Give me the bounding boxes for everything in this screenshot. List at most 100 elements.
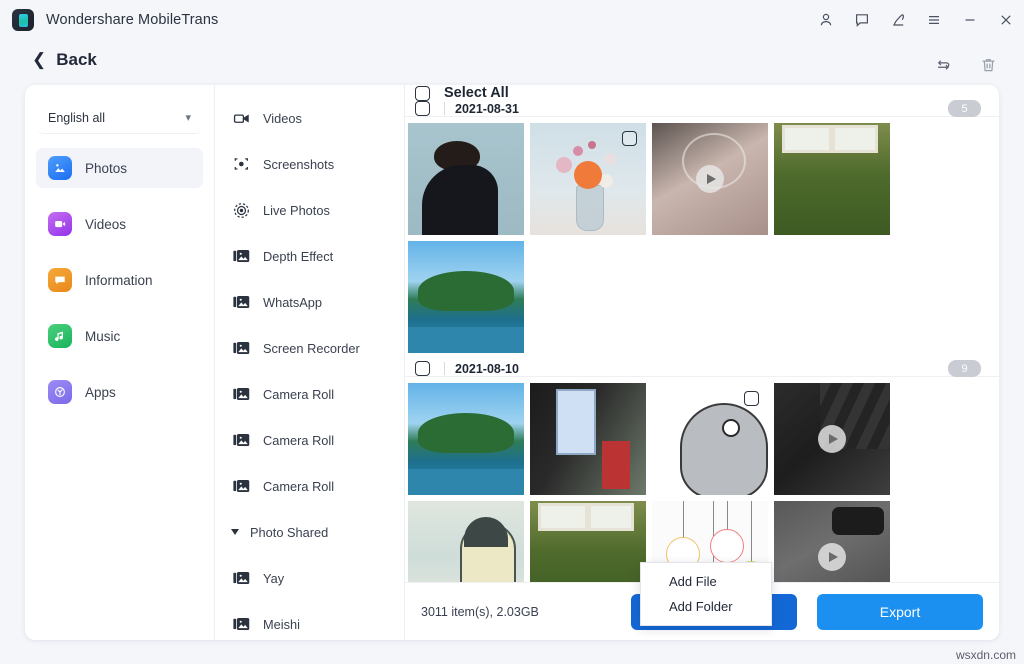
sidebar-item-apps[interactable]: Apps bbox=[36, 372, 203, 412]
window-controls bbox=[808, 0, 1024, 40]
apps-icon bbox=[48, 380, 72, 404]
photo-stack-icon bbox=[233, 248, 250, 265]
album-item-depth-effect[interactable]: Depth Effect bbox=[215, 233, 404, 279]
close-icon[interactable] bbox=[988, 3, 1024, 37]
menu-icon[interactable] bbox=[916, 3, 952, 37]
back-label: Back bbox=[56, 50, 97, 70]
photo-stack-icon bbox=[233, 386, 250, 403]
back-row: ❮ Back bbox=[0, 40, 1024, 80]
photo-stack-icon bbox=[233, 616, 250, 633]
album-label: Live Photos bbox=[263, 203, 330, 218]
title-bar: Wondershare MobileTrans bbox=[0, 0, 1024, 40]
item-count-label: 3011 item(s), 2.03GB bbox=[421, 605, 539, 619]
sidebar-item-photos[interactable]: Photos bbox=[36, 148, 203, 188]
sync-refresh-icon[interactable] bbox=[934, 56, 953, 80]
album-label: Camera Roll bbox=[263, 433, 334, 448]
sidebar-item-label: Music bbox=[85, 329, 120, 344]
sidebar-list: Photos Videos Information bbox=[25, 148, 214, 412]
select-all-label: Select All bbox=[444, 85, 509, 101]
album-label: Camera Roll bbox=[263, 479, 334, 494]
album-label: Screenshots bbox=[263, 157, 334, 172]
export-label: Export bbox=[880, 604, 920, 620]
sidebar-item-label: Videos bbox=[85, 217, 126, 232]
select-all-row: Select All bbox=[405, 85, 999, 101]
mobiletrans-logo-icon bbox=[12, 9, 34, 31]
group-checkbox[interactable] bbox=[415, 361, 430, 376]
chevron-left-icon: ❮ bbox=[32, 50, 46, 70]
album-group-photo-shared[interactable]: Photo Shared bbox=[215, 509, 404, 555]
photo-thumbnail[interactable] bbox=[652, 383, 768, 495]
album-item-camera-roll-3[interactable]: Camera Roll bbox=[215, 463, 404, 509]
photo-thumbnail[interactable] bbox=[408, 123, 524, 235]
watermark: wsxdn.com bbox=[956, 648, 1016, 662]
context-menu-item-add-folder[interactable]: Add Folder bbox=[641, 594, 771, 619]
content-toolbar bbox=[934, 56, 998, 80]
trash-icon[interactable] bbox=[979, 56, 998, 80]
select-all-checkbox[interactable] bbox=[415, 86, 430, 101]
group-date-label: 2021-08-10 bbox=[455, 362, 519, 376]
album-item-screenshots[interactable]: Screenshots bbox=[215, 141, 404, 187]
album-label: Videos bbox=[263, 111, 302, 126]
album-item-camera-roll-2[interactable]: Camera Roll bbox=[215, 417, 404, 463]
thumbnail-checkbox[interactable] bbox=[622, 131, 637, 146]
chevron-down-icon: ▾ bbox=[185, 111, 191, 124]
play-icon[interactable] bbox=[696, 165, 724, 193]
export-button[interactable]: Export bbox=[817, 594, 983, 630]
album-item-yay[interactable]: Yay bbox=[215, 555, 404, 601]
photo-thumbnail[interactable] bbox=[774, 123, 890, 235]
group-checkbox[interactable] bbox=[415, 101, 430, 116]
feedback-icon[interactable] bbox=[844, 3, 880, 37]
language-label: English all bbox=[48, 111, 105, 125]
photo-grid bbox=[405, 117, 999, 353]
album-group-label: Photo Shared bbox=[250, 525, 328, 540]
caret-down-icon bbox=[231, 529, 239, 535]
sidebar-item-videos[interactable]: Videos bbox=[36, 204, 203, 244]
import-context-menu: Add File Add Folder bbox=[640, 562, 772, 626]
group-count-badge: 9 bbox=[948, 360, 981, 377]
photo-thumbnail[interactable] bbox=[530, 383, 646, 495]
sidebar: English all ▾ Photos Videos bbox=[25, 85, 215, 640]
language-select[interactable]: English all ▾ bbox=[38, 102, 201, 134]
sidebar-item-music[interactable]: Music bbox=[36, 316, 203, 356]
application-window: Wondershare MobileTrans bbox=[0, 0, 1024, 664]
play-icon[interactable] bbox=[818, 543, 846, 571]
video-thumbnail[interactable] bbox=[774, 383, 890, 495]
thumbnail-checkbox[interactable] bbox=[744, 391, 759, 406]
album-label: WhatsApp bbox=[263, 295, 322, 310]
video-thumbnail[interactable] bbox=[652, 123, 768, 235]
album-item-live-photos[interactable]: Live Photos bbox=[215, 187, 404, 233]
sidebar-item-label: Information bbox=[85, 273, 153, 288]
album-item-whatsapp[interactable]: WhatsApp bbox=[215, 279, 404, 325]
play-icon[interactable] bbox=[818, 425, 846, 453]
screenshot-icon bbox=[233, 156, 250, 173]
album-label: Meishi bbox=[263, 617, 300, 632]
photo-stack-icon bbox=[233, 432, 250, 449]
photo-browser: Select All 2021-08-31 5 2021-08-10 bbox=[405, 85, 999, 640]
album-item-camera-roll-1[interactable]: Camera Roll bbox=[215, 371, 404, 417]
photos-icon bbox=[48, 156, 72, 180]
context-menu-item-add-file[interactable]: Add File bbox=[641, 569, 771, 594]
album-item-videos[interactable]: Videos bbox=[215, 95, 404, 141]
photo-stack-icon bbox=[233, 570, 250, 587]
video-camera-icon bbox=[233, 110, 250, 127]
live-photo-icon bbox=[233, 202, 250, 219]
back-button[interactable]: ❮ Back bbox=[32, 50, 97, 70]
account-icon[interactable] bbox=[808, 3, 844, 37]
album-label: Screen Recorder bbox=[263, 341, 360, 356]
sidebar-item-label: Apps bbox=[85, 385, 116, 400]
sidebar-item-label: Photos bbox=[85, 161, 127, 176]
photo-stack-icon bbox=[233, 340, 250, 357]
music-icon bbox=[48, 324, 72, 348]
group-date-label: 2021-08-31 bbox=[455, 102, 519, 116]
minimize-icon[interactable] bbox=[952, 3, 988, 37]
photo-thumbnail[interactable] bbox=[408, 383, 524, 495]
photo-thumbnail[interactable] bbox=[408, 241, 524, 353]
album-item-screen-recorder[interactable]: Screen Recorder bbox=[215, 325, 404, 371]
album-item-meishi[interactable]: Meishi bbox=[215, 601, 404, 640]
photo-stack-icon bbox=[233, 294, 250, 311]
photo-thumbnail[interactable] bbox=[530, 123, 646, 235]
group-count-badge: 5 bbox=[948, 100, 981, 117]
edit-icon[interactable] bbox=[880, 3, 916, 37]
sidebar-item-information[interactable]: Information bbox=[36, 260, 203, 300]
album-label: Camera Roll bbox=[263, 387, 334, 402]
